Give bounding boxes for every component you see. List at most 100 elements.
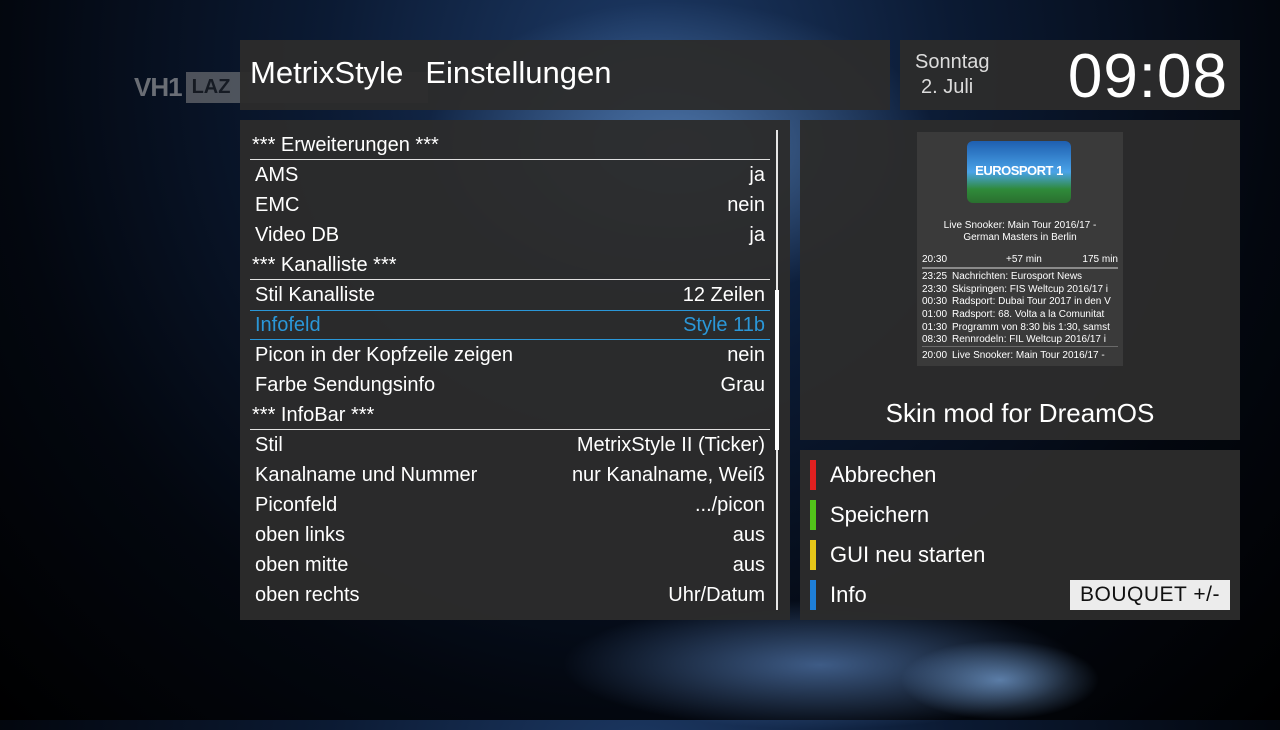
epg-time: 23:25 [922,271,948,282]
setting-row[interactable]: AMS ja [250,160,770,190]
setting-value: nur Kanalname, Weiß [571,464,765,486]
section-header: *** Erweiterungen *** [250,130,770,160]
epg-entry: 23:25 Nachrichten: Eurosport News [922,271,1118,284]
epg-time: 01:30 [922,321,948,333]
epg-title: Rennrodeln: FIL Weltcup 2016/17 i [952,334,1106,346]
epg-entry: 23:30 Skispringen: FIS Weltcup 2016/17 i [922,284,1118,297]
remaining-time: +57 min [1006,254,1042,265]
settings-list-panel: *** Erweiterungen *** AMS ja EMC nein Video D… [240,120,790,620]
page-title: MetrixStyle Einstellungen [250,55,611,91]
setting-label: Stil [255,434,283,456]
section-header: *** Kanalliste *** [250,250,770,280]
green-button[interactable]: Speichern [810,500,1110,530]
epg-title: Nachrichten: Eurosport News [952,271,1083,282]
green-key-icon [810,500,816,530]
infobar-preview-image: EUROSPORT 1 Live Snooker: Main Tour 2016… [917,132,1123,366]
setting-row[interactable]: Stil Kanalliste 12 Zeilen [250,280,770,310]
yellow-key-icon [810,540,816,570]
clock-time: 09:08 [1067,42,1228,111]
setting-label: oben mitte [255,554,349,576]
red-button[interactable]: Abbrechen [810,460,1110,490]
program-title-line: Live Snooker: Main Tour 2016/17 - [943,220,1097,231]
setting-label: Picon in der Kopfzeile zeigen [255,344,513,366]
setting-value: MetrixStyle II (Ticker) [576,434,765,456]
weekday: Sonntag [915,51,990,73]
channel-logo-picon: EUROSPORT 1 [967,141,1071,203]
setting-value: aus [732,524,765,546]
background-glow [900,640,1100,720]
setting-label: *** Erweiterungen *** [252,134,439,156]
divider [922,346,1118,347]
program-title-line: German Masters in Berlin [963,232,1077,243]
setting-label: *** InfoBar *** [252,404,375,426]
epg-time: 00:30 [922,296,948,308]
screen-title: Einstellungen [425,55,612,90]
setting-value: ja [749,224,765,246]
setting-label: oben rechts [255,584,360,606]
setting-row[interactable]: Video DB ja [250,220,770,250]
setting-row[interactable]: Farbe Sendungsinfo Grau [250,370,770,400]
vh1-logo: VH1 [134,71,183,102]
setting-label: *** Kanalliste *** [252,254,397,276]
setting-label: Video DB [255,224,340,246]
setting-label: EMC [255,194,300,216]
epg-time: 23:30 [922,283,948,295]
setting-value: nein [727,194,765,216]
setting-row[interactable]: EMC nein [250,190,770,220]
blue-key-icon [810,580,816,610]
epg-title: Programm von 8:30 bis 1:30, samst [952,321,1110,333]
setting-value: 12 Zeilen [682,284,765,306]
setting-value: Style 11b [683,314,765,336]
setting-row[interactable]: Stil MetrixStyle II (Ticker) [250,430,770,460]
scrollbar-thumb[interactable] [775,290,779,450]
progress-bar [922,267,1118,269]
epg-title: Radsport: Dubai Tour 2017 in den V [952,296,1111,308]
setting-label: Kanalname und Nummer [255,464,478,486]
setting-value: Uhr/Datum [668,584,765,606]
color-buttons-panel: Abbrechen Speichern GUI neu starten Info… [800,450,1240,620]
epg-title: Live Snooker: Main Tour 2016/17 - [952,350,1105,361]
yellow-button[interactable]: GUI neu starten [810,540,1110,570]
setting-label: oben links [255,524,346,546]
epg-entry: 01:00 Radsport: 68. Volta a la Comunitat [922,309,1118,322]
setting-label: AMS [255,164,299,186]
setting-row[interactable]: oben mitte aus [250,550,770,580]
duration: 175 min [1082,254,1118,265]
setting-value: ja [749,164,765,186]
header-panel: MetrixStyle Einstellungen [240,40,890,110]
setting-row[interactable]: Piconfeld .../picon [250,490,770,520]
epg-now: 20:00 Live Snooker: Main Tour 2016/17 - [922,350,1105,361]
setting-row[interactable]: Kanalname und Nummer nur Kanalname, Weiß [250,460,770,490]
setting-row[interactable]: Infofeld Style 11b [250,310,770,340]
green-button-label: Speichern [830,502,930,527]
epg-time: 01:00 [922,309,948,321]
epg-title: Radsport: 68. Volta a la Comunitat [952,309,1105,321]
epg-time: 20:00 [922,350,948,361]
setting-value: .../picon [694,494,765,516]
yellow-button-label: GUI neu starten [830,542,986,567]
date: 2. Juli [921,76,974,98]
setting-label: Stil Kanalliste [255,284,376,306]
clock-panel: Sonntag 2. Juli 09:08 [900,40,1240,111]
start-time: 20:30 [922,254,948,265]
setting-row[interactable]: oben rechts Uhr/Datum [250,580,770,610]
red-key-icon [810,460,816,490]
epg-entry: 00:30 Radsport: Dubai Tour 2017 in den V [922,296,1118,309]
setting-value: nein [727,344,765,366]
setting-value: Grau [720,374,765,396]
channel-logo-text: EUROSPORT 1 [975,163,1063,178]
setting-label: Piconfeld [255,494,338,516]
section-header: *** InfoBar *** [250,400,770,430]
blue-button[interactable]: Info [810,580,1110,610]
setting-label: Farbe Sendungsinfo [255,374,436,396]
setting-row[interactable]: Picon in der Kopfzeile zeigen nein [250,340,770,370]
epg-entry: 01:30 Programm von 8:30 bis 1:30, samst [922,322,1118,335]
blue-button-label: Info [830,582,867,607]
epg-list: 23:25 Nachrichten: Eurosport News 23:30 Ski… [922,271,1118,347]
bouquet-button[interactable]: BOUQUET +/- [1070,580,1230,610]
setting-row[interactable]: oben links aus [250,520,770,550]
preview-panel: EUROSPORT 1 Live Snooker: Main Tour 2016… [800,120,1240,440]
setting-value: aus [732,554,765,576]
red-button-label: Abbrechen [830,462,937,487]
settings-list[interactable]: *** Erweiterungen *** AMS ja EMC nein Video D… [250,130,770,610]
